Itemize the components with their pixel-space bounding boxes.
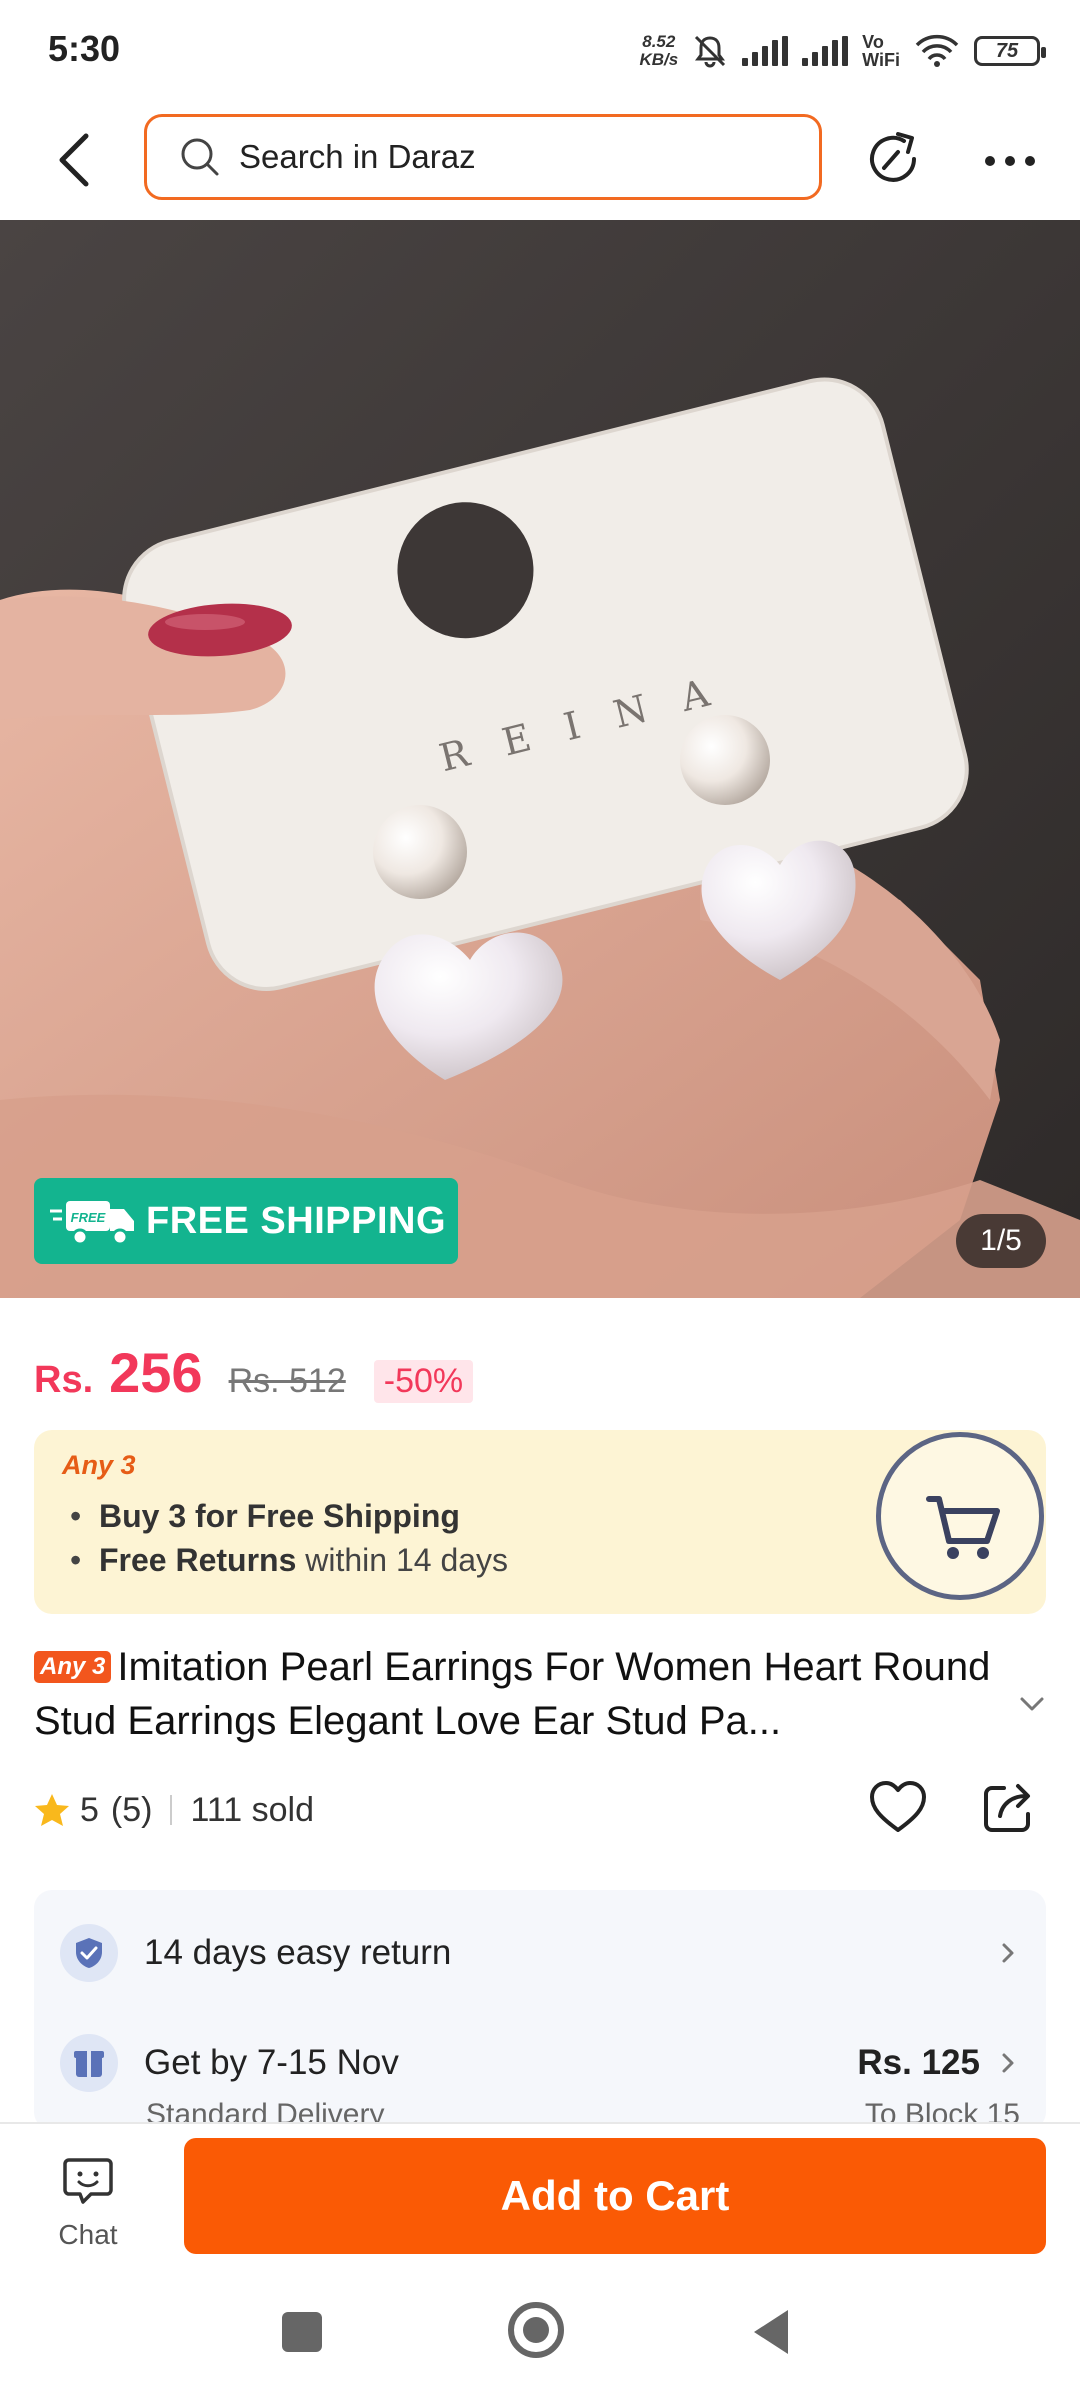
promo-banner[interactable]: Any 3 • Buy 3 for Free Shipping • Free R… [34, 1430, 1046, 1614]
sold-count: 111 sold [190, 1790, 314, 1829]
shield-check-icon [60, 1924, 118, 1982]
price-current: 256 [109, 1341, 203, 1404]
price-row: Rs. 256 Rs. 512 -50% [34, 1340, 474, 1406]
rating-row[interactable]: 5 (5) 111 sold [34, 1782, 314, 1838]
home-dot-icon [523, 2317, 549, 2343]
free-shipping-label: FREE SHIPPING [146, 1199, 446, 1242]
back-arrow-icon[interactable] [50, 128, 100, 192]
search-input[interactable]: Search in Daraz [144, 114, 822, 200]
free-badge-text: FREE [71, 1210, 106, 1225]
home-button[interactable] [508, 2302, 564, 2358]
heart-icon[interactable] [866, 1776, 930, 1840]
package-icon [60, 2034, 118, 2092]
status-time: 5:30 [48, 28, 121, 69]
network-speed-value: 8.52 [642, 32, 676, 51]
rating-value: 5 [80, 1790, 99, 1829]
add-to-cart-button[interactable]: Add to Cart [184, 2138, 1046, 2254]
mute-bell-icon [695, 35, 726, 68]
vowifi-indicator: Vo WiFi [862, 33, 900, 69]
discount-badge: -50% [373, 1360, 474, 1403]
delivery-row[interactable]: Get by 7-15 Nov Rs. 125 [60, 2028, 1020, 2098]
signal-icon [802, 36, 849, 66]
product-title-text: Imitation Pearl Earrings For Women Heart… [34, 1645, 991, 1743]
more-icon[interactable] [980, 136, 1040, 186]
share-icon[interactable] [976, 1776, 1040, 1840]
network-speed-unit: KB/s [639, 50, 679, 69]
search-icon [181, 138, 219, 176]
recent-apps-button[interactable] [282, 2312, 322, 2352]
delivery-price: Rs. 125 [857, 2043, 980, 2082]
promo-line2-bold: Free Returns [98, 1542, 297, 1578]
any3-badge: Any 3 [34, 1651, 112, 1683]
product-title: Any 3 Imitation Pearl Earrings For Women … [34, 1640, 1014, 1748]
signal-icon [742, 36, 789, 66]
search-placeholder: Search in Daraz [239, 138, 476, 175]
free-shipping-badge: FREE FREE SHIPPING [34, 1178, 458, 1264]
chevron-right-icon [1002, 2053, 1014, 2073]
chevron-right-icon [1002, 1943, 1014, 1963]
system-navigation-bar [0, 2262, 1080, 2400]
price-original: Rs. 512 [228, 1362, 346, 1400]
product-image-gallery[interactable]: REINA FREE FREE SHIPPING 1/5 [0, 220, 1080, 1298]
network-speed: 8.52 KB/s [639, 33, 678, 69]
price-currency: Rs. [34, 1359, 94, 1401]
return-policy-row[interactable]: 14 days easy return [60, 1918, 1020, 1988]
battery-icon: 75 [974, 36, 1046, 66]
service-info-box: 14 days easy return Get by 7-15 Nov Rs. … [34, 1890, 1046, 2130]
floating-cart-button[interactable] [876, 1432, 1044, 1600]
product-photo: REINA [0, 220, 1080, 1298]
battery-level: 75 [995, 39, 1019, 62]
promo-tag: Any 3 [62, 1450, 136, 1480]
chat-icon [63, 2158, 113, 2204]
share-icon[interactable] [860, 126, 926, 192]
status-icons: 8.52 KB/s Vo WiFi 75 [639, 26, 1046, 76]
rating-count: (5) [110, 1790, 153, 1829]
cart-icon [926, 1496, 1000, 1559]
image-counter: 1/5 [956, 1214, 1046, 1268]
wifi-icon [915, 34, 959, 67]
promo-line-free-shipping: • Buy 3 for Free Shipping [70, 1498, 460, 1534]
bottom-action-bar: Chat Add to Cart [0, 2122, 1080, 2262]
vowifi-top: Vo [862, 32, 884, 52]
chevron-down-icon[interactable] [1012, 1686, 1052, 1722]
star-icon [35, 1794, 69, 1826]
promo-line2-rest: within 14 days [305, 1542, 509, 1578]
delivery-date: Get by 7-15 Nov [144, 2043, 399, 2082]
return-policy-text: 14 days easy return [144, 1933, 452, 1972]
promo-line-free-returns: • Free Returns within 14 days [70, 1542, 509, 1578]
status-bar: 5:30 8.52 KB/s Vo WiFi 75 [0, 0, 1080, 100]
vowifi-bottom: WiFi [862, 50, 900, 70]
back-triangle-icon[interactable] [750, 2308, 792, 2356]
chat-button[interactable]: Chat [36, 2154, 140, 2254]
delivery-truck-icon: FREE [50, 1201, 134, 1246]
divider [170, 1795, 173, 1825]
promo-line1-text: Buy 3 for Free Shipping [98, 1498, 460, 1534]
top-app-bar: Search in Daraz [0, 100, 1080, 220]
chat-label: Chat [58, 2219, 118, 2250]
